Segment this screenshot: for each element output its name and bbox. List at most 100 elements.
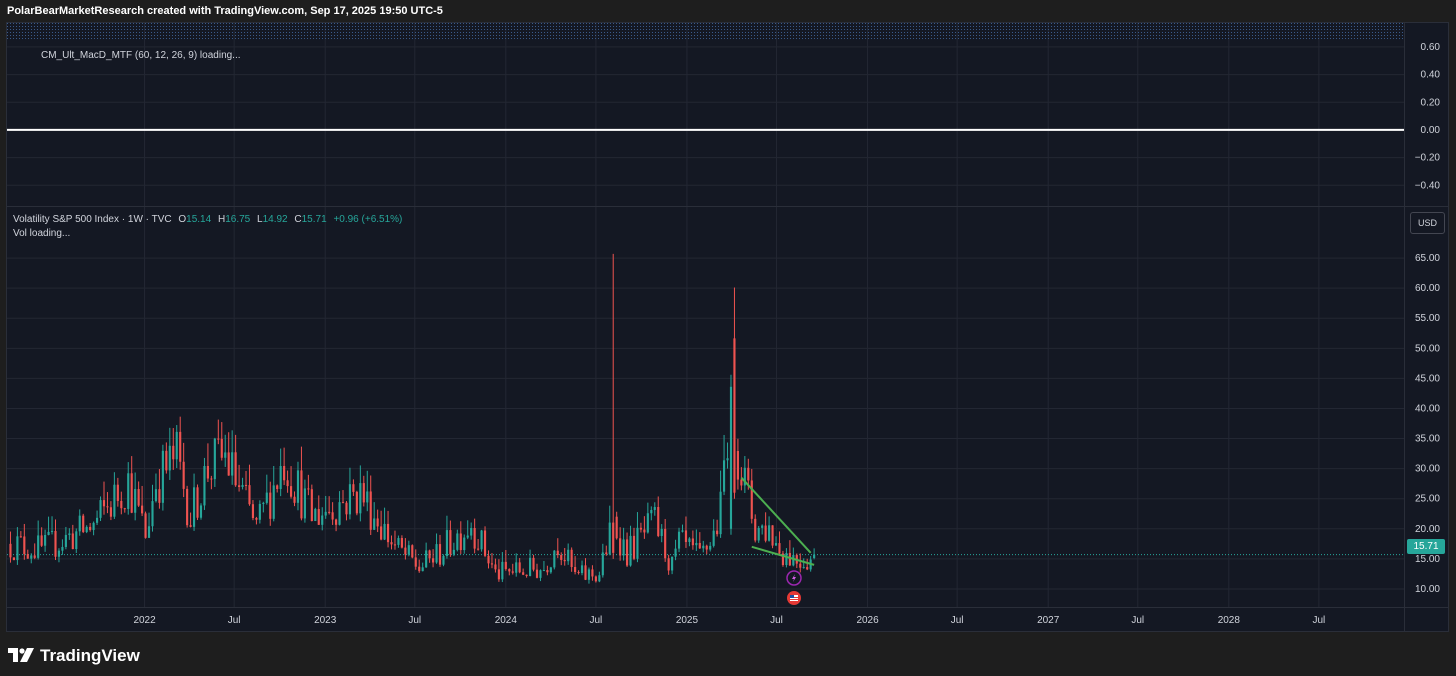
candle-body[interactable]	[366, 491, 369, 503]
candle-body[interactable]	[227, 452, 230, 476]
candle-body[interactable]	[348, 484, 352, 515]
candle-body[interactable]	[653, 507, 656, 510]
candle-body[interactable]	[511, 571, 514, 573]
candle-body[interactable]	[508, 569, 511, 572]
candle-body[interactable]	[487, 555, 490, 564]
candle-body[interactable]	[317, 509, 320, 525]
candle-body[interactable]	[383, 523, 386, 540]
candle-body[interactable]	[355, 491, 358, 514]
candle-body[interactable]	[629, 535, 632, 566]
candle-body[interactable]	[768, 525, 771, 541]
candle-body[interactable]	[99, 500, 102, 518]
candle-body[interactable]	[386, 523, 390, 543]
candle-body[interactable]	[255, 518, 258, 520]
candle-body[interactable]	[151, 501, 154, 527]
candle-body[interactable]	[425, 550, 428, 568]
candle-body[interactable]	[664, 528, 667, 559]
candle-body[interactable]	[241, 484, 244, 488]
candle-body[interactable]	[68, 533, 71, 535]
candle-body[interactable]	[445, 530, 449, 556]
candle-body[interactable]	[179, 431, 182, 462]
volume-indicator-label[interactable]: Vol loading...	[13, 228, 70, 239]
candle-body[interactable]	[504, 561, 507, 570]
candle-body[interactable]	[71, 533, 74, 550]
candle-body[interactable]	[778, 543, 781, 554]
candle-body[interactable]	[248, 485, 251, 505]
candle-body[interactable]	[16, 536, 19, 561]
candle-body[interactable]	[362, 483, 365, 503]
candle-body[interactable]	[220, 438, 223, 458]
candle-body[interactable]	[141, 505, 144, 514]
candle-body[interactable]	[771, 525, 774, 546]
candle-body[interactable]	[213, 438, 216, 480]
candle-body[interactable]	[210, 478, 213, 480]
candle-body[interactable]	[234, 452, 237, 486]
candle-body[interactable]	[674, 548, 677, 557]
candle-body[interactable]	[314, 509, 317, 522]
candle-body[interactable]	[459, 533, 462, 551]
candle-body[interactable]	[580, 565, 584, 574]
candle-body[interactable]	[532, 557, 535, 570]
candle-body[interactable]	[9, 543, 12, 558]
candle-body[interactable]	[307, 488, 310, 490]
candle-body[interactable]	[120, 500, 123, 509]
candle-body[interactable]	[331, 512, 334, 520]
candle-body[interactable]	[199, 505, 203, 518]
candle-body[interactable]	[660, 528, 663, 536]
macd-indicator-label[interactable]: CM_Ult_MacD_MTF (60, 12, 26, 9) loading.…	[41, 50, 241, 61]
candle-body[interactable]	[393, 544, 397, 546]
candle-body[interactable]	[414, 557, 417, 567]
candle-body[interactable]	[698, 542, 701, 549]
candle-body[interactable]	[244, 484, 248, 486]
candle-body[interactable]	[203, 465, 206, 506]
candle-body[interactable]	[352, 484, 355, 492]
candle-body[interactable]	[116, 484, 119, 501]
candle-body[interactable]	[54, 530, 57, 557]
candle-body[interactable]	[109, 507, 112, 517]
candle-body[interactable]	[82, 515, 85, 533]
candle-body[interactable]	[594, 576, 597, 582]
candle-body[interactable]	[466, 535, 469, 538]
candle-body[interactable]	[553, 550, 556, 568]
candle-body[interactable]	[463, 537, 466, 551]
chart-frame[interactable]: 0.60 0.40 0.20 0.00 −0.20 −0.40 10.00 15.00 20.…	[6, 22, 1449, 632]
candle-body[interactable]	[785, 553, 788, 566]
candle-body[interactable]	[470, 528, 473, 536]
candle-body[interactable]	[667, 558, 670, 571]
candle-body[interactable]	[688, 538, 691, 543]
candle-body[interactable]	[30, 555, 33, 559]
candle-body[interactable]	[729, 386, 733, 529]
candle-body[interactable]	[774, 543, 778, 546]
candle-body[interactable]	[123, 508, 126, 510]
candle-body[interactable]	[64, 534, 67, 547]
candle-body[interactable]	[622, 539, 625, 556]
candle-body[interactable]	[47, 531, 50, 535]
candle-body[interactable]	[605, 552, 608, 555]
candle-body[interactable]	[570, 549, 573, 568]
candle-body[interactable]	[518, 562, 521, 573]
candle-body[interactable]	[435, 544, 438, 563]
candle-body[interactable]	[283, 465, 286, 481]
candle-body[interactable]	[137, 489, 140, 506]
candle-body[interactable]	[549, 567, 552, 573]
candle-body[interactable]	[265, 492, 268, 503]
candle-body[interactable]	[477, 548, 480, 550]
candle-body[interactable]	[113, 484, 116, 517]
candle-body[interactable]	[37, 535, 40, 558]
candle-body[interactable]	[238, 485, 241, 488]
candle-body[interactable]	[591, 569, 594, 577]
candle-body[interactable]	[608, 522, 611, 555]
candle-body[interactable]	[421, 567, 424, 572]
candle-body[interactable]	[165, 450, 168, 471]
currency-button[interactable]: USD	[1410, 212, 1445, 234]
candle-body[interactable]	[172, 445, 175, 460]
candle-body[interactable]	[747, 467, 750, 481]
candle-body[interactable]	[286, 480, 289, 487]
candle-body[interactable]	[40, 535, 43, 546]
candle-body[interactable]	[345, 502, 348, 515]
candle-body[interactable]	[168, 445, 171, 471]
candle-body[interactable]	[650, 509, 653, 514]
candle-body[interactable]	[497, 569, 500, 580]
symbol-legend[interactable]: Volatility S&P 500 Index · 1W · TVC O15.…	[13, 214, 402, 225]
candle-body[interactable]	[716, 530, 719, 535]
